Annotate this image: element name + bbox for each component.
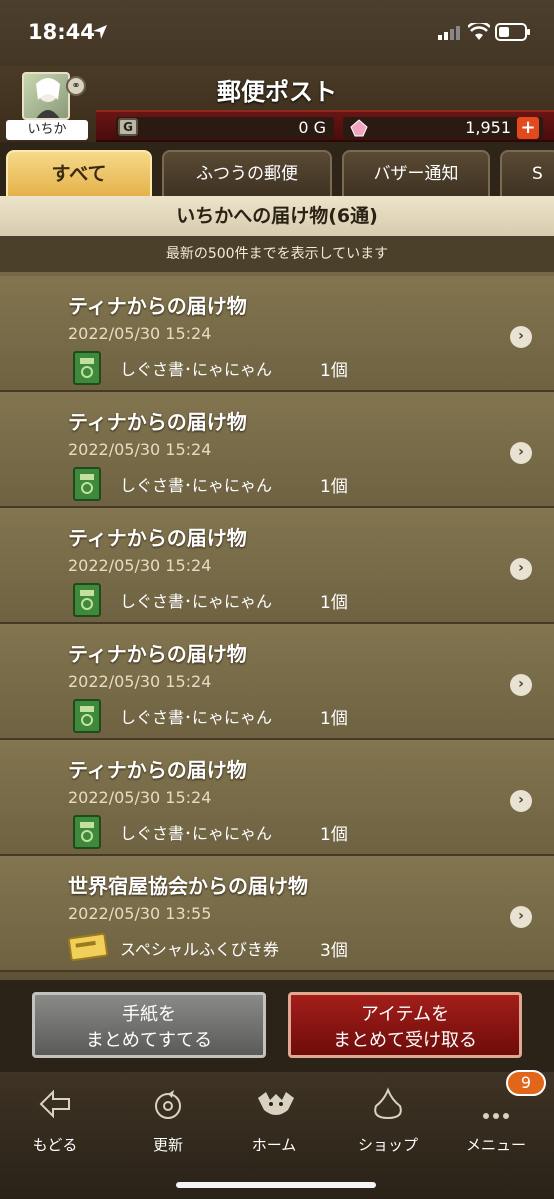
- currency-bar: 0 G G 1,951 +: [96, 110, 554, 142]
- home-dracky-icon: [258, 1092, 294, 1115]
- mail-item[interactable]: ティナからの届け物 2022/05/30 15:24 しぐさ書･にゃにゃん 1個…: [0, 740, 554, 856]
- add-gems-button[interactable]: +: [517, 117, 539, 139]
- attached-item-qty: 3個: [320, 941, 348, 961]
- gem-icon: [350, 119, 368, 137]
- green-book-icon: [73, 467, 101, 501]
- discard-label-line2: まとめてすてる: [85, 1030, 213, 1051]
- attached-item-name: しぐさ書･にゃにゃん: [120, 708, 273, 727]
- home-indicator[interactable]: [176, 1182, 376, 1188]
- receive-all-button[interactable]: アイテムを まとめて受け取る: [288, 992, 522, 1058]
- bottom-nav: もどる 更新 ホーム ショップ メニュー: [0, 1072, 554, 1199]
- green-book-icon: [73, 351, 101, 385]
- menu-notification-badge: 9: [506, 1070, 546, 1096]
- tab-all[interactable]: すべて: [6, 150, 152, 196]
- header: 郵便ポスト ⚭ いちか 0 G G 1,951 +: [0, 66, 554, 142]
- attached-item-qty: 1個: [320, 593, 348, 613]
- battery-icon: [495, 23, 530, 41]
- wifi-icon: [468, 23, 490, 40]
- mail-date: 2022/05/30 15:24: [68, 672, 212, 691]
- mail-title: ティナからの届け物: [68, 642, 247, 666]
- refresh-icon: [155, 1090, 181, 1119]
- status-time: 18:44: [28, 20, 95, 44]
- mail-item[interactable]: ティナからの届け物 2022/05/30 15:24 しぐさ書･にゃにゃん 1個…: [0, 392, 554, 508]
- attached-item-name: しぐさ書･にゃにゃん: [120, 476, 273, 495]
- nav-shop-label: ショップ: [357, 1136, 418, 1154]
- mail-date: 2022/05/30 15:24: [68, 788, 212, 807]
- attached-item-name: スペシャルふくびき券: [120, 940, 279, 959]
- mail-title: ティナからの届け物: [68, 294, 247, 318]
- green-book-icon: [73, 583, 101, 617]
- tab-regular-mail[interactable]: ふつうの郵便: [162, 150, 332, 196]
- attached-item-qty: 1個: [320, 709, 348, 729]
- chevron-right-icon[interactable]: ›: [510, 674, 532, 696]
- chevron-right-icon[interactable]: ›: [510, 906, 532, 928]
- slime-shop-icon: [374, 1087, 402, 1120]
- location-arrow-icon: [93, 25, 107, 39]
- character-portrait-icon: [36, 78, 60, 118]
- nav-home-label: ホーム: [251, 1136, 297, 1154]
- mail-title: ティナからの届け物: [68, 410, 247, 434]
- gem-amount: 1,951: [465, 118, 511, 137]
- mail-date: 2022/05/30 15:24: [68, 324, 212, 343]
- attached-item-name: しぐさ書･にゃにゃん: [120, 360, 273, 379]
- discard-all-button[interactable]: 手紙を まとめてすてる: [32, 992, 266, 1058]
- mail-list: いちかへの届け物(6通) 最新の500件までを表示しています ティナからの届け物…: [0, 196, 554, 980]
- mail-item[interactable]: ティナからの届け物 2022/05/30 15:24 しぐさ書･にゃにゃん 1個…: [0, 276, 554, 392]
- tab-bazaar-notice[interactable]: バザー通知: [342, 150, 490, 196]
- attached-item-name: しぐさ書･にゃにゃん: [120, 824, 273, 843]
- mail-item[interactable]: ティナからの届け物 2022/05/30 15:24 しぐさ書･にゃにゃん 1個…: [0, 508, 554, 624]
- mail-item[interactable]: ティナからの届け物 2022/05/30 15:24 しぐさ書･にゃにゃん 1個…: [0, 624, 554, 740]
- user-name: いちか: [6, 120, 88, 140]
- attached-item-name: しぐさ書･にゃにゃん: [120, 592, 273, 611]
- chevron-right-icon[interactable]: ›: [510, 558, 532, 580]
- cellular-signal-icon: [438, 26, 460, 40]
- attached-item-qty: 1個: [320, 361, 348, 381]
- section-title: いちかへの届け物(6通): [0, 196, 554, 236]
- receive-label-line1: アイテムを: [360, 1004, 450, 1025]
- mail-title: ティナからの届け物: [68, 526, 247, 550]
- nav-menu-label: メニュー: [465, 1136, 526, 1154]
- attached-item-qty: 1個: [320, 477, 348, 497]
- avatar-link-icon[interactable]: ⚭: [66, 76, 86, 96]
- mail-item[interactable]: 世界宿屋協会からの届け物 2022/05/30 13:55 スペシャルふくびき券…: [0, 856, 554, 972]
- mail-title: 世界宿屋協会からの届け物: [68, 874, 308, 898]
- avatar[interactable]: [22, 72, 70, 120]
- gold-amount: 0 G: [298, 118, 326, 137]
- tab-s[interactable]: S: [500, 150, 554, 196]
- gem-display: 1,951 +: [343, 117, 543, 139]
- receive-label-line2: まとめて受け取る: [333, 1030, 477, 1051]
- chevron-right-icon[interactable]: ›: [510, 790, 532, 812]
- action-bar: 手紙を まとめてすてる アイテムを まとめて受け取る: [0, 980, 554, 1072]
- discard-label-line1: 手紙を: [122, 1004, 176, 1025]
- back-arrow-icon: [39, 1089, 70, 1119]
- ticket-icon: [68, 932, 108, 962]
- gold-coin-icon: G: [118, 118, 138, 136]
- green-book-icon: [73, 815, 101, 849]
- status-bar: 18:44: [0, 0, 554, 66]
- mail-date: 2022/05/30 13:55: [68, 904, 212, 923]
- gold-display: 0 G: [116, 117, 334, 139]
- mail-title: ティナからの届け物: [68, 758, 247, 782]
- attached-item-qty: 1個: [320, 825, 348, 845]
- chevron-right-icon[interactable]: ›: [510, 442, 532, 464]
- green-book-icon: [73, 699, 101, 733]
- nav-back-label: もどる: [32, 1136, 78, 1154]
- list-notice: 最新の500件までを表示しています: [0, 236, 554, 272]
- nav-refresh-label: 更新: [152, 1136, 183, 1154]
- tab-bar: すべて ふつうの郵便 バザー通知 S: [0, 142, 554, 196]
- chevron-right-icon[interactable]: ›: [510, 326, 532, 348]
- mail-date: 2022/05/30 15:24: [68, 440, 212, 459]
- mail-date: 2022/05/30 15:24: [68, 556, 212, 575]
